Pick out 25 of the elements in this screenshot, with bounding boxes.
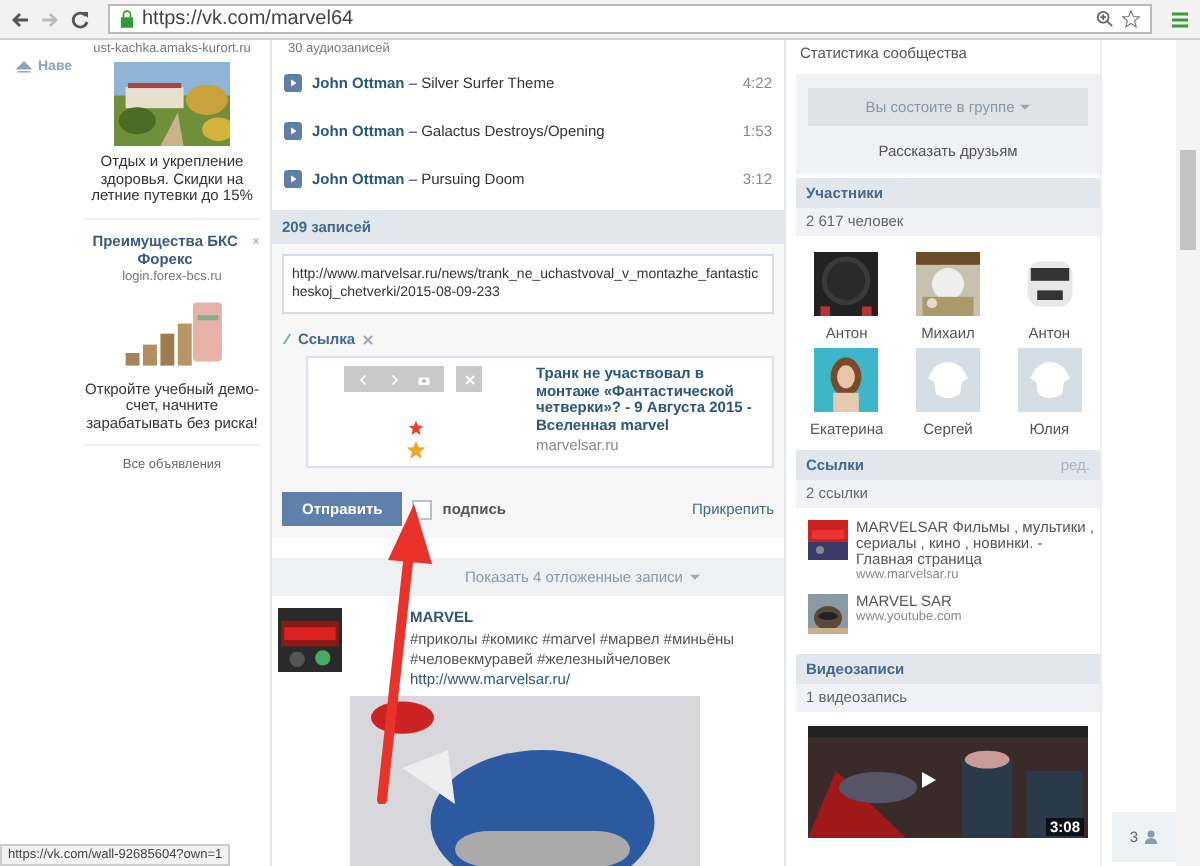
- reload-icon[interactable]: [70, 9, 90, 29]
- remove-preview-button[interactable]: [456, 366, 482, 392]
- close-icon[interactable]: [252, 235, 260, 245]
- default-avatar-icon[interactable]: [915, 348, 980, 412]
- forward-icon[interactable]: [40, 9, 60, 29]
- zoom-icon[interactable]: [1096, 10, 1114, 28]
- star-icon: [406, 440, 426, 460]
- caret-icon: [690, 573, 701, 581]
- link-icon: [282, 332, 292, 346]
- menu-icon[interactable]: [1170, 9, 1190, 29]
- back-icon[interactable]: [10, 9, 30, 29]
- up-arrow-icon: [16, 60, 32, 74]
- camera-icon[interactable]: [418, 373, 431, 385]
- scrollbar[interactable]: [1176, 40, 1200, 866]
- chevron-left-icon[interactable]: [357, 373, 370, 385]
- default-avatar-icon[interactable]: [1017, 348, 1082, 412]
- lock-icon: [120, 10, 134, 28]
- star-icon: [408, 420, 424, 436]
- caret-icon: [1020, 103, 1031, 111]
- bookmark-star-icon[interactable]: [1122, 10, 1140, 28]
- address-bar[interactable]: https://vk.com/marvel64: [108, 4, 1152, 34]
- chevron-right-icon[interactable]: [387, 373, 400, 385]
- play-icon[interactable]: [918, 770, 938, 790]
- person-icon: [1144, 830, 1159, 844]
- remove-icon[interactable]: [361, 333, 374, 345]
